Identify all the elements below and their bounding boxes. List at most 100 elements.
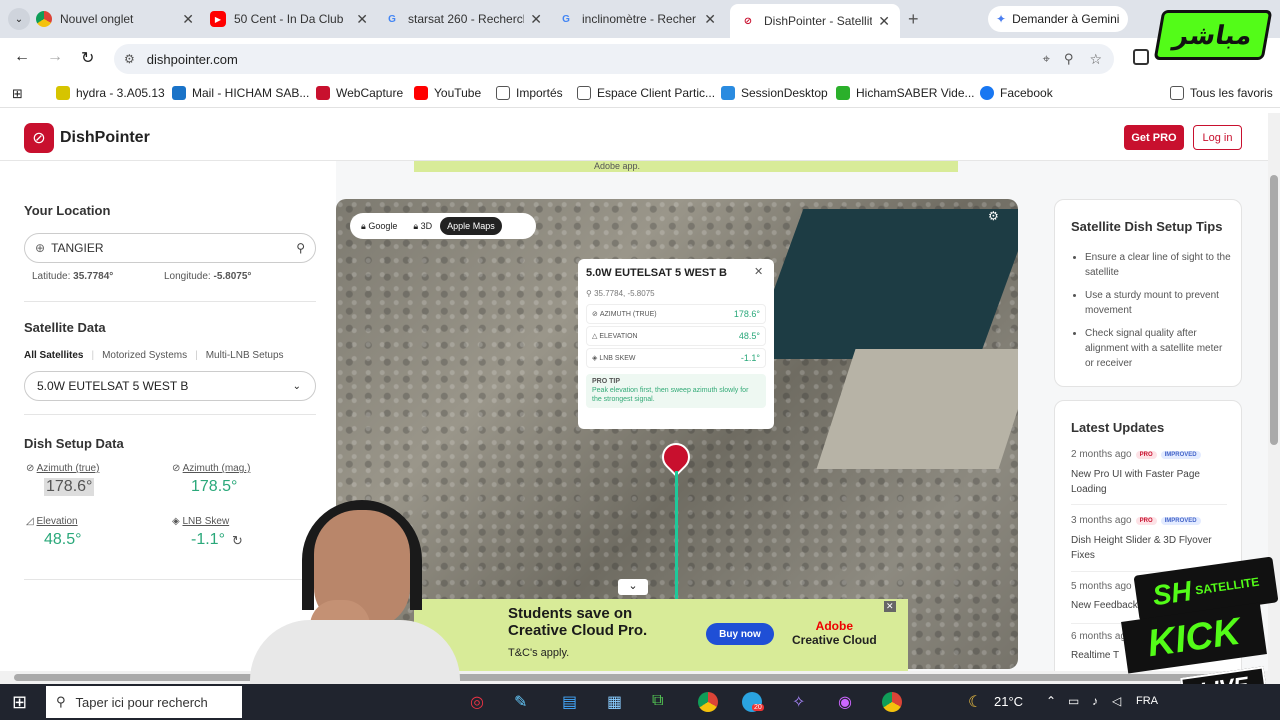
- bookmark-hichamsaber[interactable]: HichamSABER Vide...: [836, 86, 975, 100]
- tab-search-button[interactable]: ⌄: [8, 8, 30, 30]
- extension-icon[interactable]: [1133, 49, 1149, 65]
- azimuth-true-value[interactable]: 178.6°: [44, 478, 95, 496]
- tab-title: 50 Cent - In Da Club: [234, 12, 344, 26]
- bookmark-webcapture[interactable]: WebCapture: [316, 86, 403, 100]
- windows-start-icon[interactable]: ⊞: [12, 692, 27, 713]
- scroll-thumb[interactable]: [14, 674, 1254, 681]
- sh-text: SH: [1150, 575, 1194, 612]
- taskbar-app-icon[interactable]: ◉: [838, 692, 852, 712]
- close-icon[interactable]: ✕: [754, 265, 763, 278]
- language-indicator[interactable]: FRA: [1136, 695, 1158, 707]
- taskbar-app-icon[interactable]: ✎: [514, 692, 527, 712]
- tab-starsat[interactable]: G starsat 260 - Recherch ✕: [384, 6, 552, 32]
- bookmark-espace-client[interactable]: Espace Client Partic...: [577, 86, 715, 100]
- chrome-icon[interactable]: [698, 692, 718, 712]
- location-icon[interactable]: ⌖: [1043, 51, 1050, 67]
- mode-google[interactable]: 🔒︎ Google: [353, 221, 405, 232]
- tab-nouvel-onglet[interactable]: Nouvel onglet ✕: [36, 6, 204, 32]
- tab-dishpointer[interactable]: ⊘ DishPointer - Satellite ✕: [730, 4, 900, 38]
- tab-multi-lnb[interactable]: Multi-LNB Setups: [206, 350, 284, 361]
- taskbar-search[interactable]: ⚲ Taper ici pour recherch: [46, 686, 242, 718]
- mic-icon[interactable]: ♪: [1092, 694, 1098, 708]
- taskbar-app-icon[interactable]: ⧉: [652, 692, 663, 710]
- update-item[interactable]: 2 months ago PRO IMPROVED New Pro UI wit…: [1071, 449, 1227, 497]
- all-bookmarks[interactable]: Tous les favoris: [1170, 86, 1273, 100]
- windows-taskbar: ⊞ ⚲ Taper ici pour recherch ◎ ✎ ▤ ▦ ⧉ 20…: [0, 684, 1280, 720]
- adobe-ad[interactable]: Students save on Creative Cloud Pro. T&C'…: [414, 599, 908, 671]
- back-icon[interactable]: ←: [14, 48, 30, 66]
- settings-icon[interactable]: ⚙: [988, 209, 999, 223]
- site-info-icon[interactable]: ⚙: [124, 52, 135, 66]
- lock-icon: 🔒︎: [361, 220, 366, 231]
- tab-youtube[interactable]: ▶ 50 Cent - In Da Club ✕: [210, 6, 378, 32]
- satellite-select[interactable]: 5.0W EUTELSAT 5 WEST B ⌄: [24, 371, 316, 401]
- azimuth-mag-label: ⊘ Azimuth (mag.): [172, 463, 251, 474]
- top-ad-banner[interactable]: Adobe app.: [414, 161, 958, 172]
- taskbar-app-icon[interactable]: ▤: [562, 692, 577, 712]
- google-icon: G: [562, 13, 570, 25]
- mode-apple-maps[interactable]: Apple Maps: [440, 217, 502, 235]
- bookmark-star-icon[interactable]: ☆: [1089, 51, 1102, 68]
- ad-close-icon[interactable]: ✕: [884, 601, 896, 612]
- calculator-icon[interactable]: ▦: [607, 692, 622, 712]
- site-header: ⊘ DishPointer Get PRO Log in: [0, 113, 1268, 161]
- weather-moon-icon[interactable]: ☾: [968, 692, 982, 712]
- temperature[interactable]: 21°C: [994, 694, 1023, 709]
- close-tab-icon[interactable]: ✕: [704, 11, 716, 28]
- network-icon[interactable]: ▭: [1068, 694, 1079, 708]
- search-icon[interactable]: ⚲: [296, 241, 305, 255]
- bookmark-youtube[interactable]: YouTube: [414, 86, 481, 100]
- gemini-icon: ✦: [996, 12, 1007, 26]
- close-tab-icon[interactable]: ✕: [530, 11, 542, 28]
- login-button[interactable]: Log in: [1193, 125, 1242, 150]
- elevation-label: ◿ Elevation: [26, 516, 78, 527]
- close-tab-icon[interactable]: ✕: [356, 11, 368, 28]
- expand-chevron-icon[interactable]: ⌄: [618, 579, 648, 595]
- latitude: Latitude: 35.7784°: [32, 271, 114, 282]
- webcapture-icon: [316, 86, 330, 100]
- tab-title: inclinomètre - Recher: [582, 12, 697, 26]
- tab-motorized[interactable]: Motorized Systems: [102, 350, 187, 361]
- gemini-button[interactable]: ✦ Demander à Gemini: [988, 6, 1128, 32]
- tab-all-satellites[interactable]: All Satellites: [24, 350, 83, 361]
- zoom-icon[interactable]: ⚲: [1064, 51, 1074, 67]
- ad-buy-button[interactable]: Buy now: [706, 623, 774, 645]
- location-search-input[interactable]: ⊕ TANGIER ⚲: [24, 233, 316, 263]
- volume-icon[interactable]: ◁: [1112, 694, 1121, 708]
- taskbar-app-icon[interactable]: ✧: [792, 692, 805, 712]
- bookmark-sessiondesktop[interactable]: SessionDesktop: [721, 86, 828, 100]
- mode-3d[interactable]: 🔒︎ 3D: [405, 221, 440, 232]
- update-text: Dish Height Slider & 3D Flyover Fixes: [1071, 535, 1212, 561]
- ad-headline: Students save on Creative Cloud Pro.: [508, 605, 648, 639]
- bookmark-mail[interactable]: Mail - HICHAM SAB...: [172, 86, 309, 100]
- chrome-icon[interactable]: [882, 692, 902, 712]
- dishpointer-icon: ⊘: [743, 15, 753, 27]
- tray-chevron-icon[interactable]: ⌃: [1046, 694, 1056, 708]
- bookmark-importes[interactable]: Importés: [496, 86, 563, 100]
- address-bar[interactable]: ⚙ dishpointer.com ⌖ ⚲ ☆: [114, 44, 1114, 74]
- bookmark-hydra[interactable]: hydra - 3.A05.13: [56, 86, 165, 100]
- new-tab-button[interactable]: +: [908, 9, 919, 30]
- taskbar-app-icon[interactable]: ◎: [470, 692, 484, 712]
- bookmark-label: Mail - HICHAM SAB...: [192, 86, 310, 100]
- pin-icon: ⚲: [586, 289, 592, 298]
- apps-grid-icon[interactable]: ⊞: [12, 86, 23, 102]
- bookmark-label: Facebook: [1000, 86, 1053, 100]
- horizontal-scrollbar[interactable]: [0, 671, 1280, 684]
- tips-title: Satellite Dish Setup Tips: [1071, 219, 1223, 234]
- site-logo[interactable]: ⊘ DishPointer: [24, 123, 150, 153]
- close-tab-icon[interactable]: ✕: [182, 11, 194, 28]
- tab-inclinometre[interactable]: G inclinomètre - Recher ✕: [558, 6, 726, 32]
- popup-row: ⊘ AZIMUTH (TRUE) 178.6°: [586, 304, 766, 324]
- tip-item: Use a sturdy mount to prevent movement: [1085, 288, 1233, 318]
- scroll-thumb[interactable]: [1270, 175, 1278, 445]
- tips-list: Ensure a clear line of sight to the sate…: [1085, 250, 1233, 371]
- forward-icon[interactable]: →: [47, 48, 63, 66]
- bookmark-facebook[interactable]: Facebook: [980, 86, 1053, 100]
- close-tab-icon[interactable]: ✕: [878, 13, 890, 30]
- reload-icon[interactable]: ↻: [81, 48, 94, 68]
- url-text[interactable]: dishpointer.com: [147, 52, 238, 67]
- satellite-data-title: Satellite Data: [24, 320, 106, 335]
- update-item[interactable]: 3 months ago PRO IMPROVED Dish Height Sl…: [1071, 515, 1227, 563]
- get-pro-button[interactable]: Get PRO: [1124, 125, 1184, 150]
